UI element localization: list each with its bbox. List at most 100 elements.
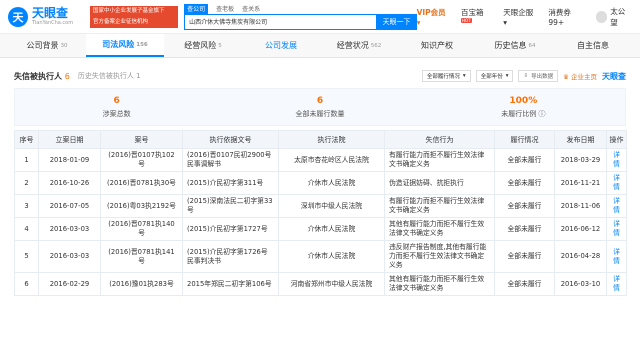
detail-link[interactable]: 详情 <box>606 171 627 195</box>
tab-company-development[interactable]: 公司发展 <box>242 34 320 57</box>
nav-toolbox[interactable]: 百宝箱HOT <box>461 7 493 27</box>
basis-document: (2015)深南法民二初字第33号 <box>182 194 279 218</box>
court: 介休市人民法院 <box>278 240 385 273</box>
enterprise-label: 天眼企服 <box>503 7 534 17</box>
search-box: 查公司 查老板 查关系 山西介休大佛寺焦炭有限公司 天眼一下 <box>184 3 417 30</box>
tab-history[interactable]: 历史信息 64 <box>476 34 554 57</box>
case-number: (2016)晋0781执140号 <box>100 217 183 241</box>
filter-status-select[interactable]: 全部履行情况 ▾ <box>421 70 471 82</box>
row-index: 5 <box>14 240 39 273</box>
publish-date: 2018-03-29 <box>554 148 607 172</box>
toolbox-label: 百宝箱 <box>461 7 484 17</box>
top-bar: 天 天眼查 TianYanCha.com 国家中小企业发展子基金旗下 官方备案企… <box>0 0 640 34</box>
publish-date: 2018-11-06 <box>554 194 607 218</box>
basis-document: (2016)晋0107民初2900号民事调解书 <box>182 148 279 172</box>
tab-count: 64 <box>528 42 536 49</box>
stat-unfulfilled: 6 全部未履行数量 <box>218 89 421 125</box>
row-index: 3 <box>14 194 39 218</box>
search-tab-boss[interactable]: 查老板 <box>216 4 234 14</box>
filing-date: 2016-10-26 <box>38 171 101 195</box>
filing-date: 2016-03-03 <box>38 240 101 273</box>
filter-year-select[interactable]: 全部年份 ▾ <box>475 70 514 82</box>
vip-label: VIP会员 <box>416 7 446 17</box>
search-button[interactable]: 天眼一下 <box>376 13 417 30</box>
export-label: 导出数据 <box>531 74 554 80</box>
enterprise-home-link[interactable]: ♛ 企业主页 <box>563 71 597 81</box>
dishonest-behavior: 其他有履行能力而拒不履行生效法律文书确定义务 <box>384 272 495 296</box>
fulfillment-status: 全部未履行 <box>494 240 555 273</box>
dishonest-behavior: 有履行能力而拒不履行生效法律文书确定义务 <box>384 194 495 218</box>
court: 河南省郑州市中级人民法院 <box>278 272 385 296</box>
detail-link[interactable]: 详情 <box>606 240 627 273</box>
filing-date: 2018-01-09 <box>38 148 101 172</box>
crown-icon: ♛ <box>563 73 569 81</box>
detail-link[interactable]: 详情 <box>606 217 627 241</box>
user-menu[interactable]: 太公望 <box>595 6 632 28</box>
table-row: 1 2018-01-09 (2016)晋0107执102号 (2016)晋0107民初… <box>14 148 627 172</box>
search-input[interactable]: 山西介休大佛寺焦炭有限公司 <box>184 13 377 30</box>
tab-operating-status[interactable]: 经营状况 562 <box>320 34 398 57</box>
case-number: (2016)晋0107执102号 <box>100 148 183 172</box>
export-button[interactable]: ⇩ 导出数据 <box>518 70 559 82</box>
case-number: (2016)晋0781执141号 <box>100 240 183 273</box>
panel-sub-count: 1 <box>136 72 141 80</box>
col-header: 序号 <box>14 130 39 149</box>
help-icon[interactable]: ⓘ <box>538 110 545 118</box>
tab-company-background[interactable]: 公司背景 30 <box>8 34 86 57</box>
stats-bar: 6 涉案总数 6 全部未履行数量 100% 未履行比例 ⓘ <box>14 88 626 126</box>
stat-label: 全部未履行数量 <box>295 109 345 118</box>
nav-vip[interactable]: VIP会员 ▾ <box>417 7 451 27</box>
basis-document: (2015)介民初字第1726号民事判决书 <box>182 240 279 273</box>
court: 深圳市中级人民法院 <box>278 194 385 218</box>
table-row: 6 2016-02-29 (2016)豫01执283号 2015年郑民二初字第106号… <box>14 272 627 296</box>
panel-sub-text: 历史失信被执行人 <box>77 72 134 80</box>
row-index: 1 <box>14 148 39 172</box>
table-row: 5 2016-03-03 (2016)晋0781执141号 (2015)介民初字第17… <box>14 240 627 273</box>
user-name: 太公望 <box>610 6 626 27</box>
case-number: (2016)粤03执2192号 <box>100 194 183 218</box>
tab-label: 自主信息 <box>577 41 609 50</box>
filing-date: 2016-02-29 <box>38 272 101 296</box>
tab-judicial-risk[interactable]: 司法风险 156 <box>86 34 164 57</box>
watermark-logo: 天眼查 <box>602 71 626 81</box>
nav-coupons[interactable]: 消费券99+ <box>548 7 585 27</box>
filter-status-label: 全部履行情况 <box>426 74 460 80</box>
tab-intellectual-property[interactable]: 知识产权 <box>398 34 476 57</box>
publish-date: 2016-03-10 <box>554 272 607 296</box>
col-header: 执行法院 <box>278 130 385 149</box>
tab-label: 经营状况 <box>336 41 369 50</box>
row-index: 4 <box>14 217 39 241</box>
fulfillment-status: 全部未履行 <box>494 171 555 195</box>
detail-link[interactable]: 详情 <box>606 194 627 218</box>
dishonest-behavior: 伪造证据妨碍、抗拒执行 <box>384 171 495 195</box>
search-tab-relation[interactable]: 查关系 <box>242 4 260 14</box>
dishonest-behavior: 有履行能力而拒不履行生效法律文书确定义务 <box>384 148 495 172</box>
panel-title[interactable]: 失信被执行人 6 <box>14 71 70 82</box>
detail-link[interactable]: 详情 <box>606 148 627 172</box>
stat-value: 6 <box>316 95 324 106</box>
tab-count: 30 <box>60 42 68 49</box>
tab-label: 公司背景 <box>26 41 59 50</box>
table-row: 4 2016-03-03 (2016)晋0781执140号 (2015)介民初字第17… <box>14 217 627 241</box>
publish-date: 2016-11-21 <box>554 171 607 195</box>
tab-self-info[interactable]: 自主信息 <box>554 34 632 57</box>
site-logo[interactable]: 天 天眼查 TianYanCha.com <box>8 6 90 27</box>
nav-enterprise[interactable]: 天眼企服 ▾ <box>503 7 538 27</box>
tab-operating-risk[interactable]: 经营风险 5 <box>164 34 242 57</box>
stat-value: 100% <box>509 95 538 106</box>
chevron-down-icon: ▾ <box>462 73 466 79</box>
stat-value: 6 <box>113 95 120 106</box>
panel-history-link[interactable]: 历史失信被执行人 1 <box>78 71 141 81</box>
fulfillment-status: 全部未履行 <box>494 194 555 218</box>
row-index: 6 <box>14 272 39 296</box>
tab-count: 156 <box>136 41 148 48</box>
tab-label: 经营风险 <box>184 41 217 50</box>
fulfillment-status: 全部未履行 <box>494 148 555 172</box>
detail-link[interactable]: 详情 <box>606 272 627 296</box>
promo-banner[interactable]: 国家中小企业发展子基金旗下 官方备案企业征信机构 <box>90 5 179 28</box>
fulfillment-status: 全部未履行 <box>494 217 555 241</box>
stat-ratio: 100% 未履行比例 ⓘ <box>422 89 625 125</box>
search-tab-company[interactable]: 查公司 <box>184 3 209 14</box>
filing-date: 2016-03-03 <box>38 217 101 241</box>
stat-total: 6 涉案总数 <box>15 89 218 125</box>
